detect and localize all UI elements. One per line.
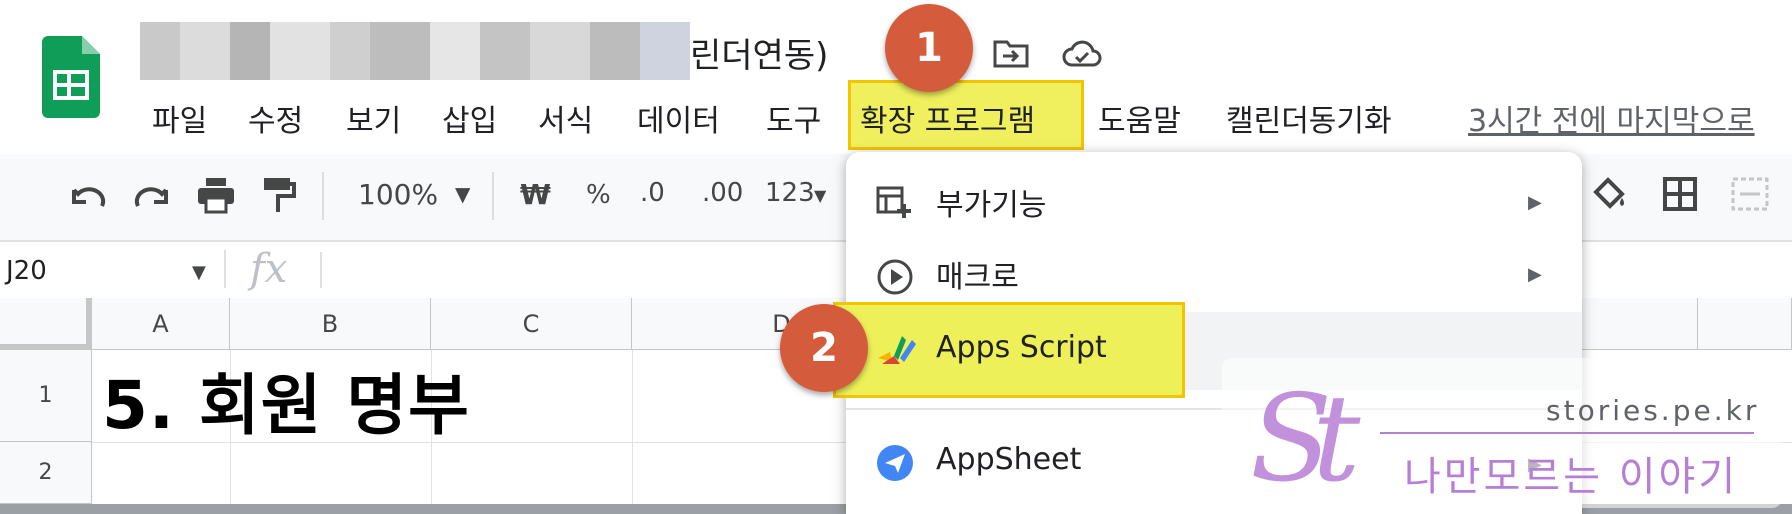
menu-item-appsheet[interactable]: AppSheet <box>936 442 1081 477</box>
appsheet-icon <box>877 445 913 481</box>
number-format-select[interactable]: 123 <box>765 178 815 208</box>
column-header-b[interactable]: B <box>230 298 431 350</box>
row-header-1[interactable]: 1 <box>0 350 92 442</box>
toolbar-separator <box>322 172 324 220</box>
cloud-status-icon[interactable] <box>1062 40 1102 68</box>
menu-tools[interactable]: 도구 <box>766 96 821 140</box>
grid-line <box>632 350 633 504</box>
menu-calendar-sync[interactable]: 캘린더동기화 <box>1226 96 1392 140</box>
last-edit-link[interactable]: 3시간 전에 마지막으로 <box>1468 96 1755 140</box>
borders-icon[interactable] <box>1662 176 1698 212</box>
menu-item-macros[interactable]: 매크로 <box>936 252 1019 296</box>
percent-format-icon[interactable]: % <box>586 180 611 210</box>
google-sheets-logo-icon[interactable] <box>42 36 100 118</box>
undo-icon[interactable] <box>68 180 108 212</box>
menu-edit[interactable]: 수정 <box>248 96 303 140</box>
menu-data[interactable]: 데이터 <box>637 96 720 140</box>
merge-cells-icon[interactable] <box>1730 176 1770 212</box>
apps-script-icon <box>878 336 916 364</box>
column-header-c[interactable]: C <box>431 298 632 350</box>
toolbar-separator <box>492 172 494 220</box>
menu-insert[interactable]: 삽입 <box>442 96 497 140</box>
column-header[interactable] <box>1698 298 1792 350</box>
formula-separator <box>320 252 322 288</box>
fill-color-icon[interactable] <box>1592 176 1628 212</box>
print-icon[interactable] <box>196 176 236 214</box>
currency-format-icon[interactable]: ₩ <box>520 178 551 211</box>
menu-extensions[interactable]: 확장 프로그램 <box>860 96 1035 140</box>
row-header-3[interactable] <box>0 504 92 514</box>
watermark-logo: St <box>1250 370 1361 509</box>
menu-item-apps-script[interactable]: Apps Script <box>936 330 1107 365</box>
watermark-slogan: 나만모르는 이야기 <box>1404 454 1739 500</box>
redo-icon[interactable] <box>132 180 172 212</box>
submenu-arrow-icon: ▶ <box>1528 192 1542 213</box>
cell-a1-title[interactable]: 5. 회원 명부 <box>102 352 470 448</box>
document-title[interactable]: 린더연동) <box>690 28 828 77</box>
submenu-arrow-icon: ▶ <box>1528 264 1542 285</box>
select-all-corner[interactable] <box>0 298 92 350</box>
chevron-down-icon[interactable]: ▼ <box>814 186 826 205</box>
chevron-down-icon[interactable]: ▼ <box>455 182 470 206</box>
menu-help[interactable]: 도움말 <box>1098 96 1181 140</box>
menu-file[interactable]: 파일 <box>152 96 207 140</box>
chevron-down-icon[interactable]: ▼ <box>192 262 206 283</box>
menu-item-add-ons[interactable]: 부가기능 <box>936 180 1046 224</box>
fx-icon: fx <box>250 246 288 292</box>
step-2-badge: 2 <box>780 304 868 392</box>
zoom-select[interactable]: 100% <box>358 178 438 211</box>
column-header-a[interactable]: A <box>92 298 230 350</box>
document-title-blurred[interactable] <box>140 22 700 80</box>
row-header-2[interactable]: 2 <box>0 442 92 504</box>
menu-view[interactable]: 보기 <box>346 96 401 140</box>
play-circle-icon <box>877 259 913 295</box>
move-to-folder-icon[interactable] <box>993 38 1029 68</box>
formula-separator <box>224 250 226 288</box>
paint-format-icon[interactable] <box>262 176 296 214</box>
watermark-underline <box>1380 432 1754 434</box>
watermark-site: stories.pe.kr <box>1546 394 1760 427</box>
increase-decimal-icon[interactable]: .00 <box>702 178 743 208</box>
name-box[interactable]: J20 <box>6 256 47 286</box>
add-on-icon <box>876 186 911 218</box>
step-1-badge: 1 <box>885 4 973 92</box>
menu-format[interactable]: 서식 <box>538 96 593 140</box>
decrease-decimal-icon[interactable]: .0 <box>640 178 665 208</box>
